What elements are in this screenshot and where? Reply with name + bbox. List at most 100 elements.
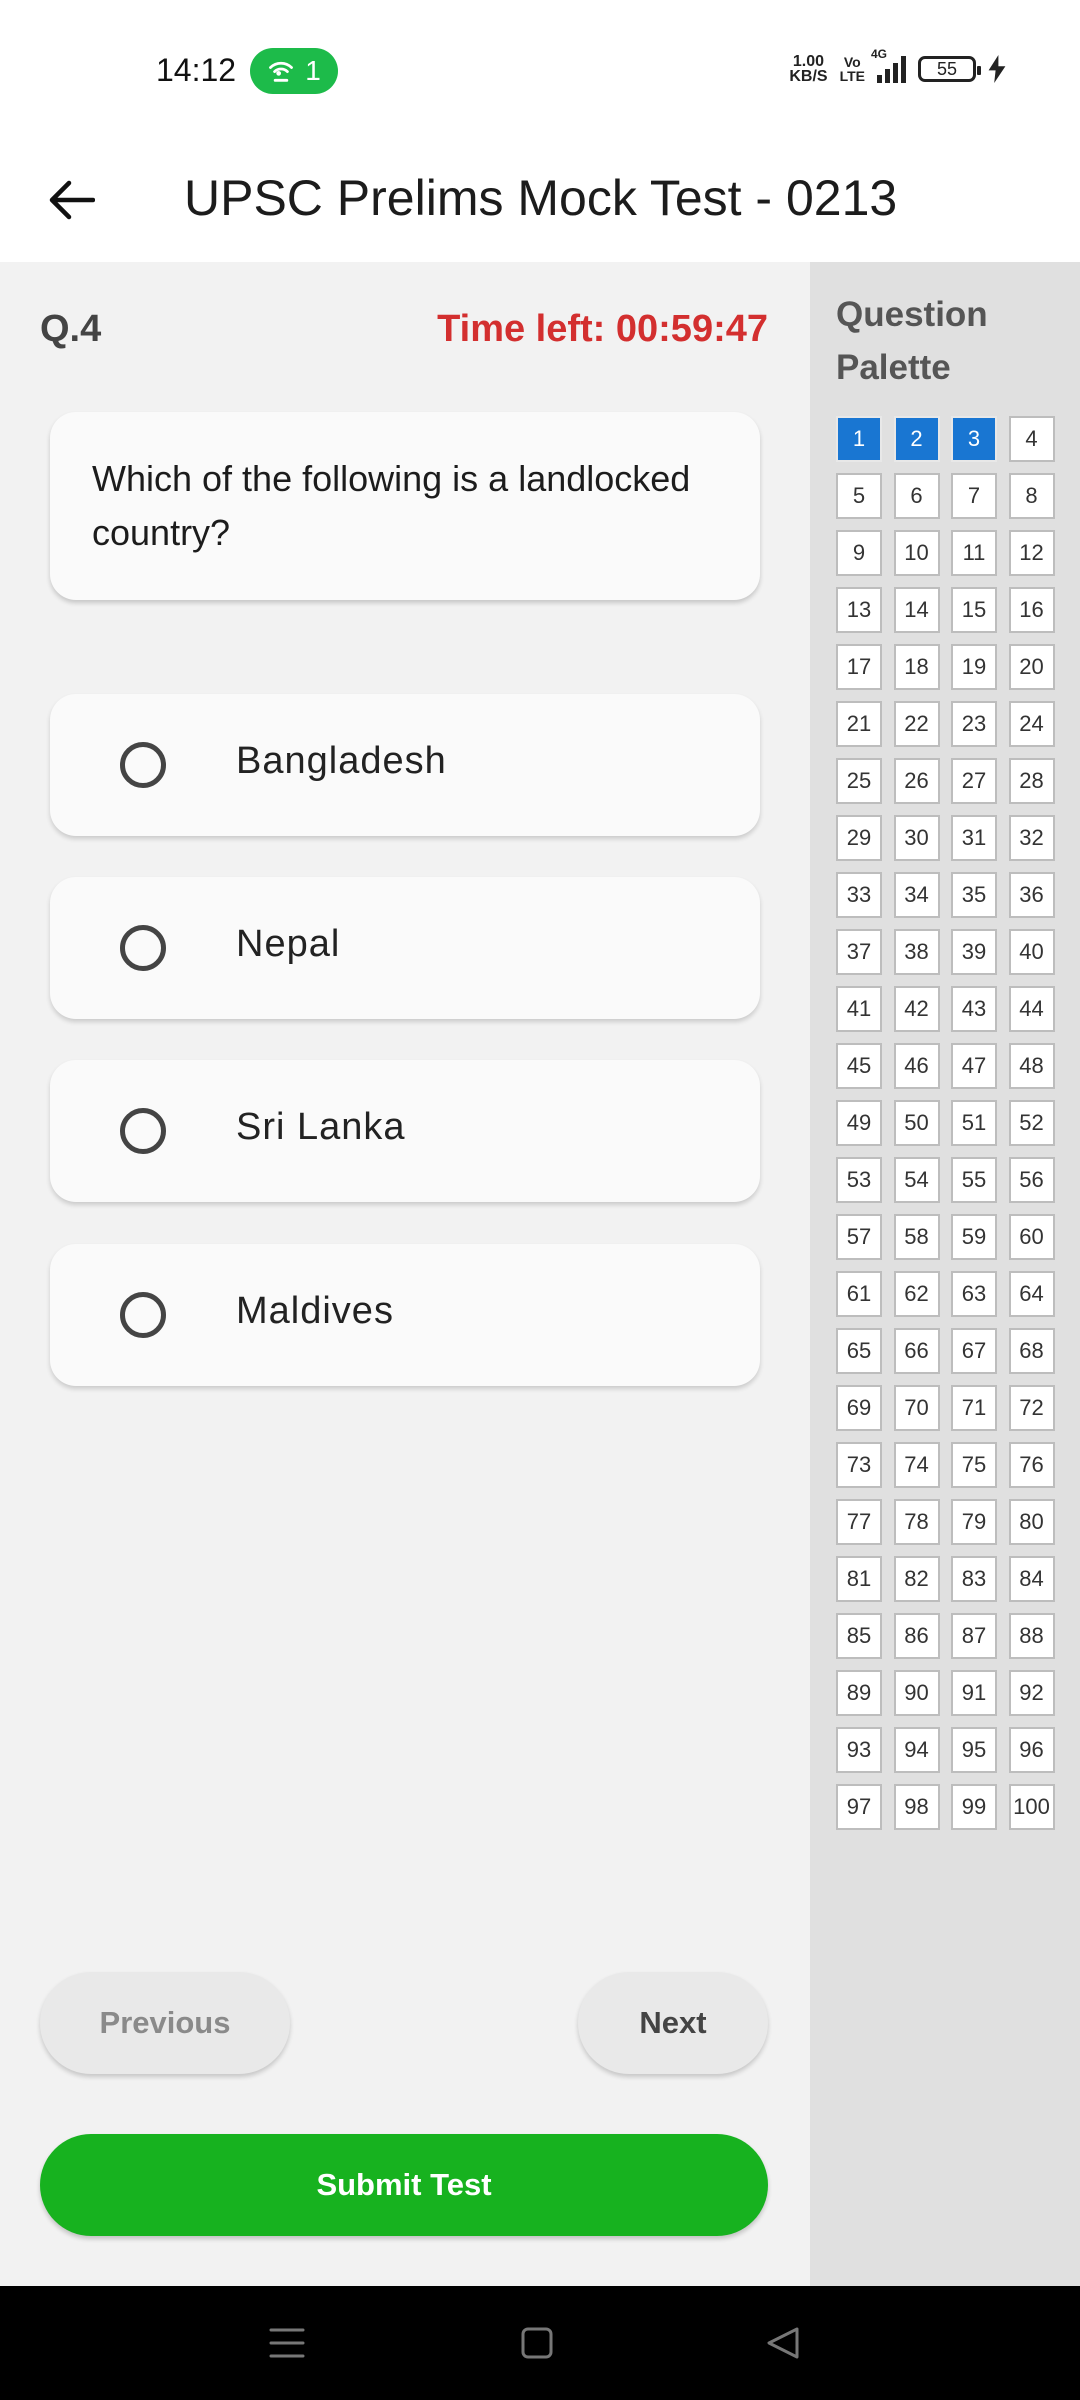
palette-question-8[interactable]: 8 [1008,473,1055,519]
palette-question-70[interactable]: 70 [893,1385,940,1431]
palette-question-67[interactable]: 67 [951,1328,997,1374]
palette-question-43[interactable]: 43 [951,986,997,1032]
palette-question-97[interactable]: 97 [836,1784,882,1830]
back-button[interactable] [36,164,108,236]
palette-question-51[interactable]: 51 [951,1100,997,1146]
palette-question-61[interactable]: 61 [836,1271,882,1317]
palette-question-42[interactable]: 42 [893,986,940,1032]
palette-question-15[interactable]: 15 [951,587,997,633]
palette-question-26[interactable]: 26 [893,758,940,804]
next-button[interactable]: Next [578,1972,768,2074]
palette-question-99[interactable]: 99 [951,1784,997,1830]
palette-question-44[interactable]: 44 [1008,986,1055,1032]
palette-question-14[interactable]: 14 [893,587,940,633]
palette-question-29[interactable]: 29 [836,815,882,861]
palette-question-50[interactable]: 50 [893,1100,940,1146]
palette-question-92[interactable]: 92 [1008,1670,1055,1716]
palette-question-23[interactable]: 23 [951,701,997,747]
palette-question-13[interactable]: 13 [836,587,882,633]
palette-question-82[interactable]: 82 [893,1556,940,1602]
option-3[interactable]: Sri Lanka [50,1060,760,1202]
palette-question-47[interactable]: 47 [951,1043,997,1089]
palette-question-36[interactable]: 36 [1008,872,1055,918]
palette-question-60[interactable]: 60 [1008,1214,1055,1260]
radio-button[interactable] [120,925,166,971]
option-4[interactable]: Maldives [50,1244,760,1386]
palette-question-28[interactable]: 28 [1008,758,1055,804]
palette-question-31[interactable]: 31 [951,815,997,861]
palette-question-4[interactable]: 4 [1008,416,1055,462]
palette-question-91[interactable]: 91 [951,1670,997,1716]
home-button[interactable] [502,2310,572,2376]
palette-question-40[interactable]: 40 [1008,929,1055,975]
palette-question-86[interactable]: 86 [893,1613,940,1659]
palette-question-66[interactable]: 66 [893,1328,940,1374]
palette-question-46[interactable]: 46 [893,1043,940,1089]
radio-button[interactable] [120,742,166,788]
palette-question-72[interactable]: 72 [1008,1385,1055,1431]
palette-question-21[interactable]: 21 [836,701,882,747]
palette-question-35[interactable]: 35 [951,872,997,918]
palette-question-49[interactable]: 49 [836,1100,882,1146]
previous-button[interactable]: Previous [40,1972,290,2074]
palette-question-96[interactable]: 96 [1008,1727,1055,1773]
palette-question-11[interactable]: 11 [951,530,997,576]
palette-question-10[interactable]: 10 [893,530,940,576]
palette-question-39[interactable]: 39 [951,929,997,975]
palette-question-79[interactable]: 79 [951,1499,997,1545]
palette-question-1[interactable]: 1 [836,416,882,462]
palette-question-58[interactable]: 58 [893,1214,940,1260]
palette-question-20[interactable]: 20 [1008,644,1055,690]
palette-question-45[interactable]: 45 [836,1043,882,1089]
palette-question-69[interactable]: 69 [836,1385,882,1431]
palette-question-54[interactable]: 54 [893,1157,940,1203]
submit-test-button[interactable]: Submit Test [40,2134,768,2236]
option-1[interactable]: Bangladesh [50,694,760,836]
palette-question-95[interactable]: 95 [951,1727,997,1773]
palette-question-83[interactable]: 83 [951,1556,997,1602]
radio-button[interactable] [120,1292,166,1338]
palette-question-85[interactable]: 85 [836,1613,882,1659]
palette-question-84[interactable]: 84 [1008,1556,1055,1602]
palette-question-30[interactable]: 30 [893,815,940,861]
option-2[interactable]: Nepal [50,877,760,1019]
palette-question-68[interactable]: 68 [1008,1328,1055,1374]
palette-question-80[interactable]: 80 [1008,1499,1055,1545]
palette-question-6[interactable]: 6 [893,473,940,519]
palette-question-41[interactable]: 41 [836,986,882,1032]
palette-question-71[interactable]: 71 [951,1385,997,1431]
palette-question-78[interactable]: 78 [893,1499,940,1545]
recents-button[interactable] [252,2310,322,2376]
palette-question-65[interactable]: 65 [836,1328,882,1374]
palette-question-88[interactable]: 88 [1008,1613,1055,1659]
palette-question-73[interactable]: 73 [836,1442,882,1488]
palette-question-12[interactable]: 12 [1008,530,1055,576]
palette-question-38[interactable]: 38 [893,929,940,975]
palette-question-32[interactable]: 32 [1008,815,1055,861]
palette-question-16[interactable]: 16 [1008,587,1055,633]
palette-question-3[interactable]: 3 [951,416,997,462]
palette-question-55[interactable]: 55 [951,1157,997,1203]
palette-question-64[interactable]: 64 [1008,1271,1055,1317]
palette-question-17[interactable]: 17 [836,644,882,690]
palette-question-100[interactable]: 100 [1008,1784,1055,1830]
palette-question-75[interactable]: 75 [951,1442,997,1488]
palette-question-77[interactable]: 77 [836,1499,882,1545]
palette-question-53[interactable]: 53 [836,1157,882,1203]
palette-question-59[interactable]: 59 [951,1214,997,1260]
palette-question-57[interactable]: 57 [836,1214,882,1260]
palette-question-87[interactable]: 87 [951,1613,997,1659]
palette-question-98[interactable]: 98 [893,1784,940,1830]
palette-question-37[interactable]: 37 [836,929,882,975]
palette-question-33[interactable]: 33 [836,872,882,918]
radio-button[interactable] [120,1108,166,1154]
palette-question-89[interactable]: 89 [836,1670,882,1716]
palette-question-94[interactable]: 94 [893,1727,940,1773]
palette-question-34[interactable]: 34 [893,872,940,918]
palette-question-25[interactable]: 25 [836,758,882,804]
palette-question-24[interactable]: 24 [1008,701,1055,747]
palette-question-48[interactable]: 48 [1008,1043,1055,1089]
palette-question-76[interactable]: 76 [1008,1442,1055,1488]
palette-question-74[interactable]: 74 [893,1442,940,1488]
palette-question-22[interactable]: 22 [893,701,940,747]
